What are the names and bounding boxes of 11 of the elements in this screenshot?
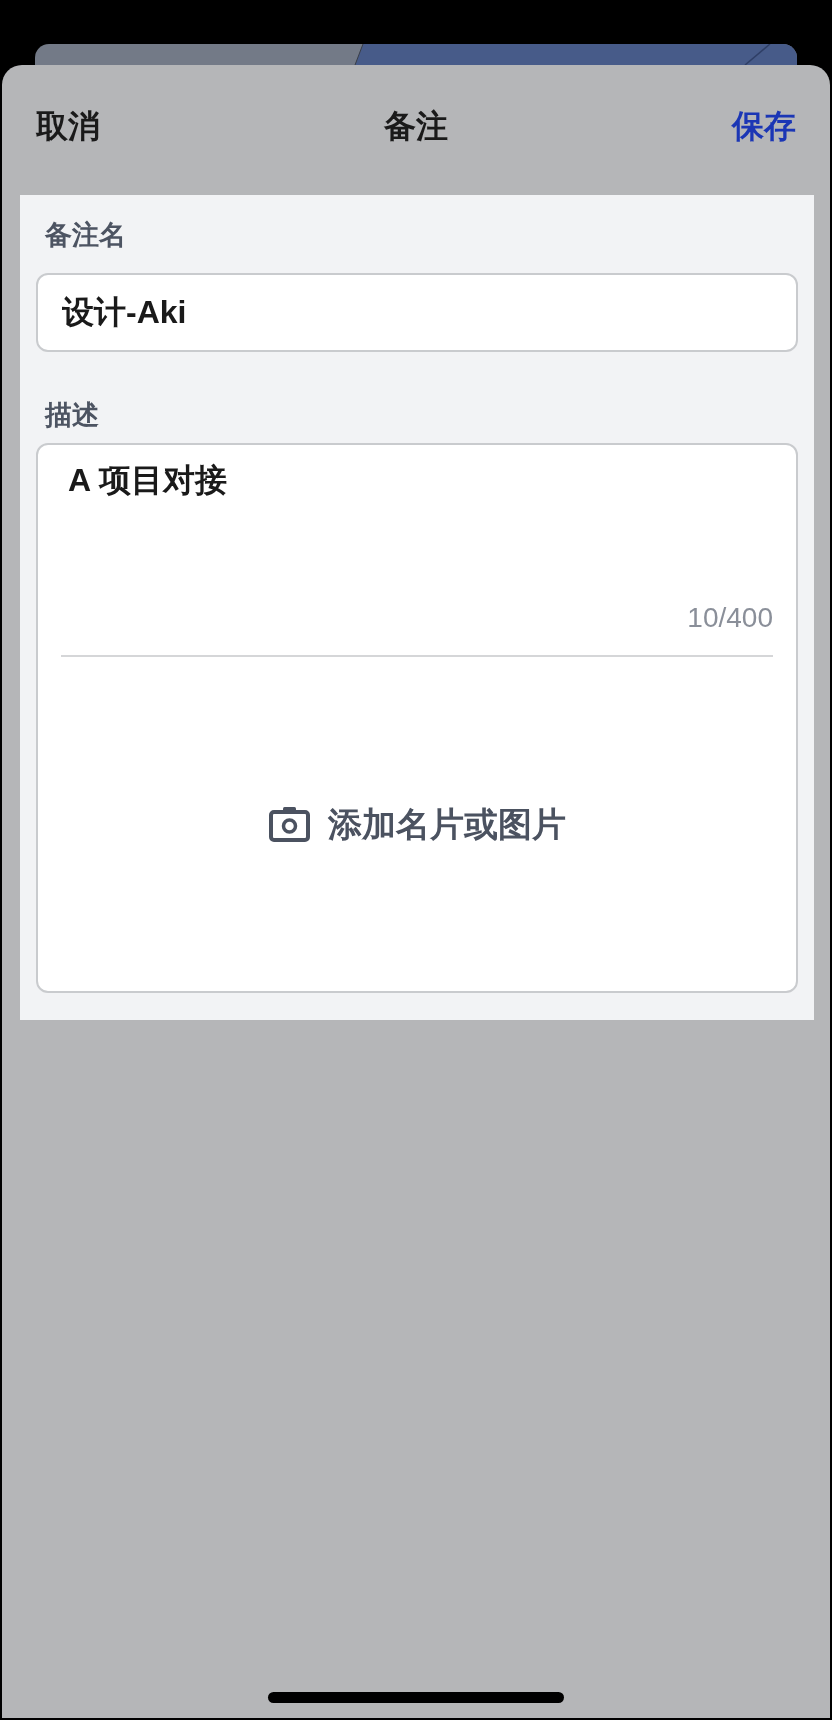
camera-icon — [268, 806, 310, 842]
description-field[interactable]: A 项目对接 — [38, 445, 796, 601]
field-label: 备注名 — [45, 219, 127, 252]
field-label: 描述 — [45, 399, 100, 432]
add-attachment-button[interactable]: 添加名片或图片 — [268, 804, 566, 844]
save-button[interactable]: 保存 — [732, 109, 796, 143]
cancel-button[interactable]: 取消 — [36, 109, 100, 143]
character-counter: 10/400 — [687, 601, 773, 635]
sheet-title: 备注 — [384, 109, 448, 143]
name-input-field[interactable]: 设计-Aki — [36, 273, 798, 352]
description-input-box[interactable]: A 项目对接 10/400 添加名片或图片 — [36, 443, 798, 993]
